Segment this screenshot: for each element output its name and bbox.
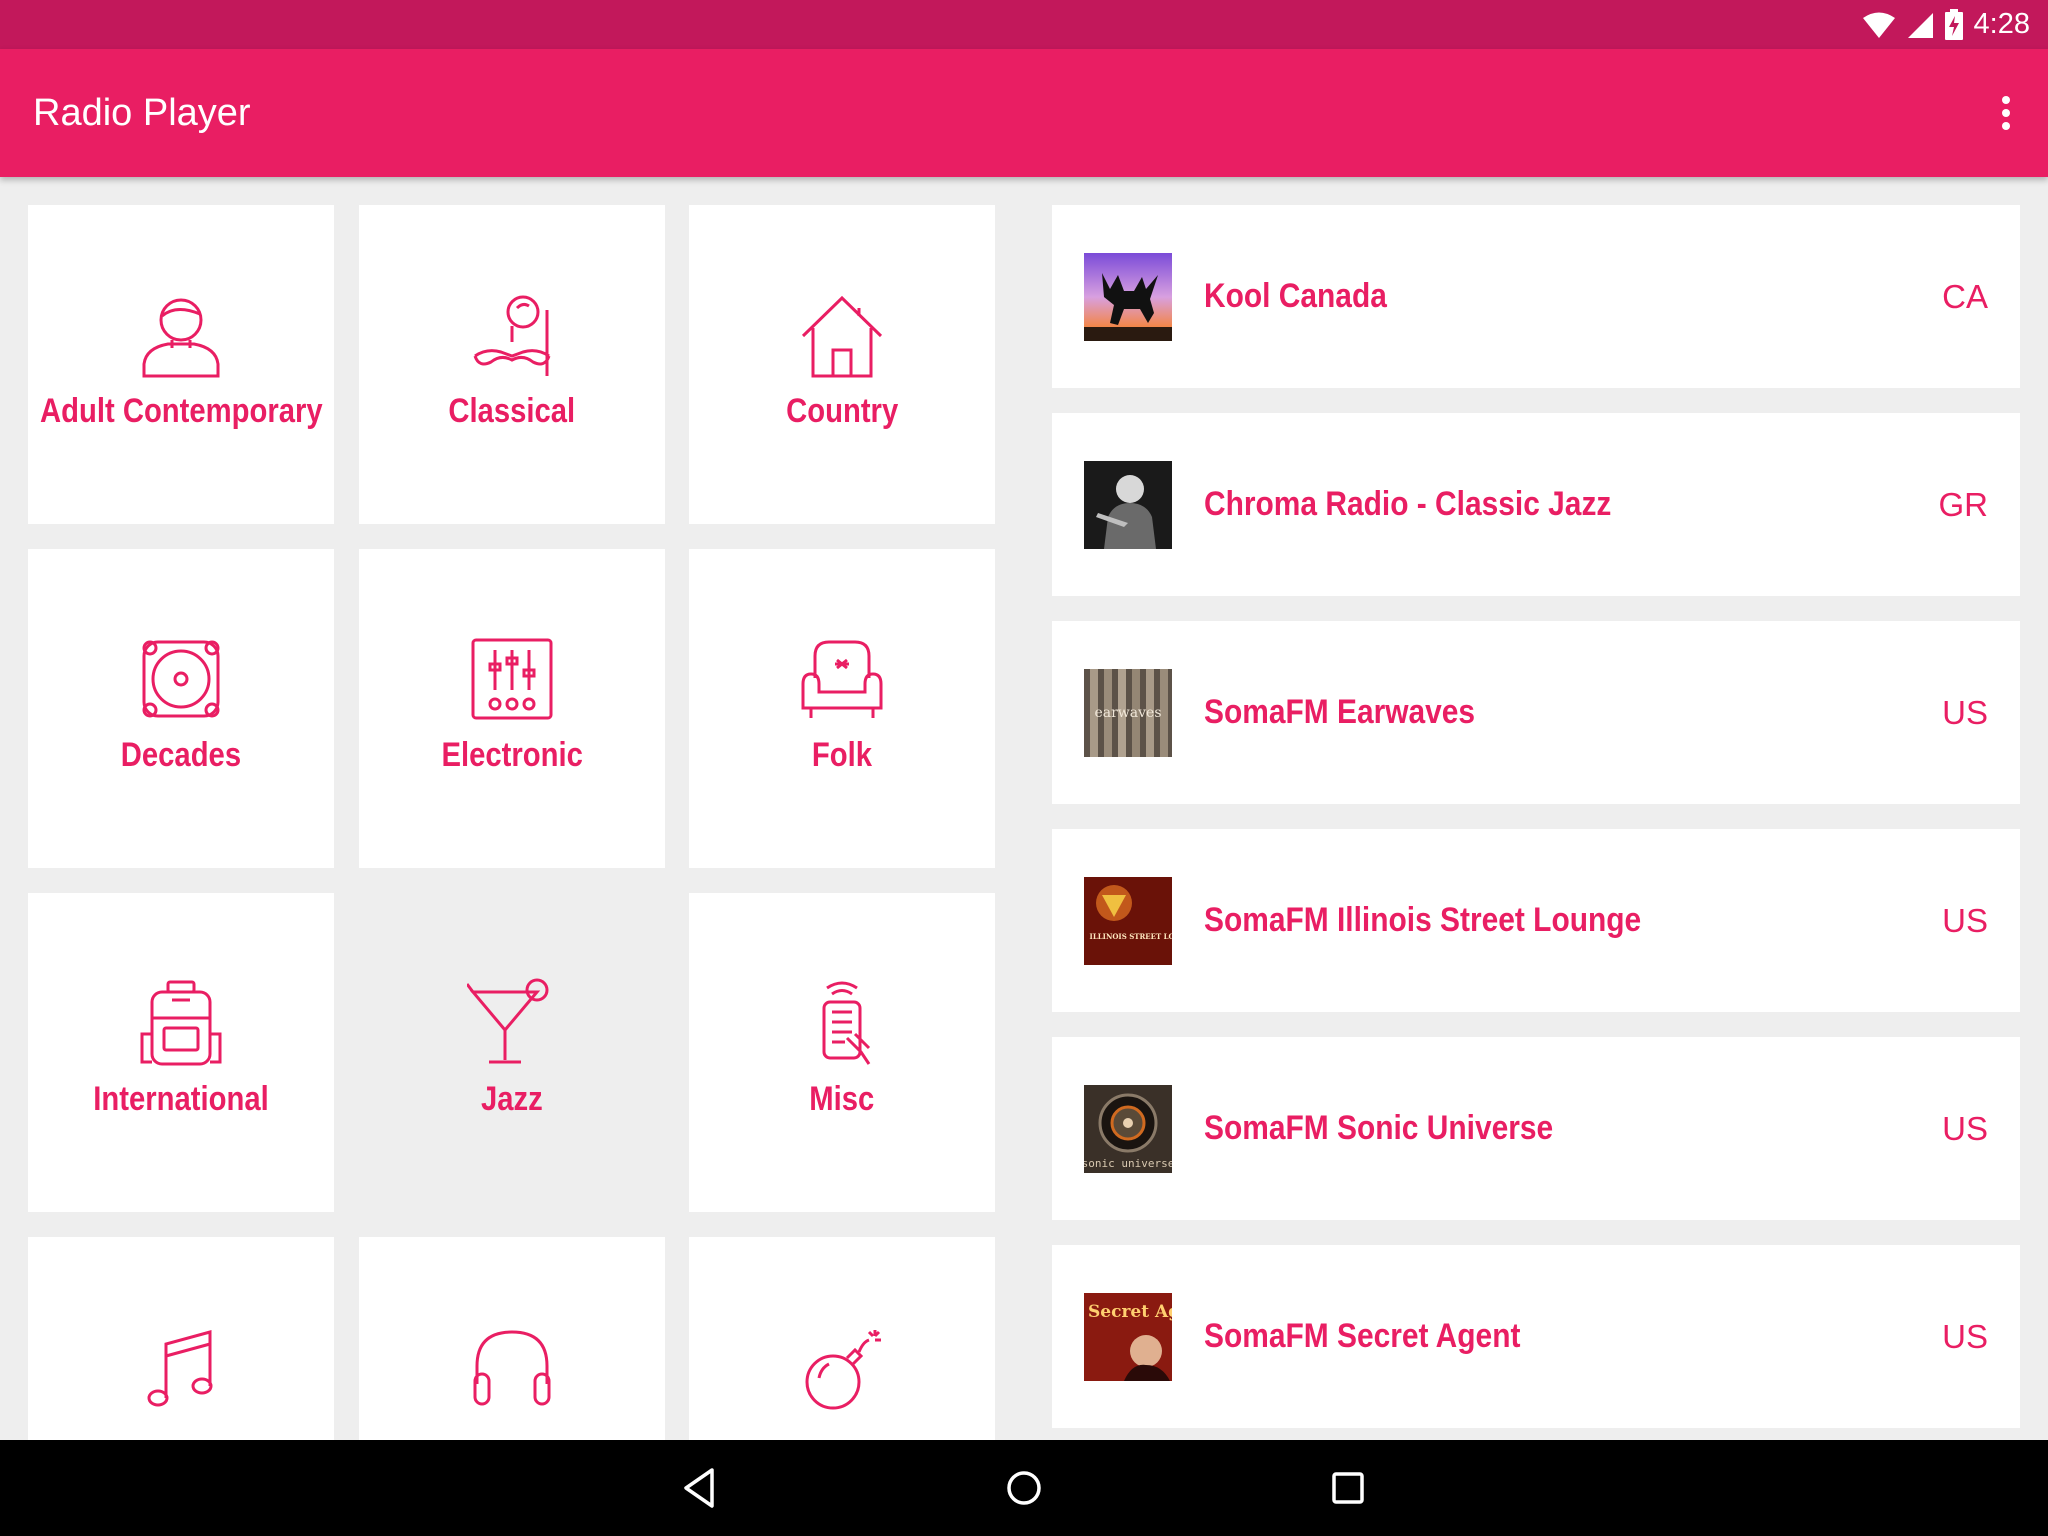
svg-text:earwaves: earwaves (1094, 705, 1161, 721)
station-row[interactable]: Kool Canada CA (1052, 205, 2020, 388)
station-row[interactable]: sonic universe SomaFM Sonic Universe US (1052, 1037, 2020, 1220)
station-thumb (1084, 253, 1172, 341)
svg-text:ILLINOIS STREET LOUNGE: ILLINOIS STREET LOUNGE (1090, 932, 1172, 941)
genre-label: Adult Contemporary (39, 392, 323, 430)
headphones-icon (473, 1330, 551, 1406)
station-row[interactable]: earwaves SomaFM Earwaves US (1052, 621, 2020, 804)
svg-text:sonic universe: sonic universe (1084, 1157, 1172, 1170)
mixer-icon (471, 638, 553, 720)
station-list: Kool Canada CA Chroma Radio - Classic Ja… (1052, 177, 2020, 1440)
genre-label: Decades (120, 736, 242, 774)
station-thumb: Secret Agent (1084, 1293, 1172, 1381)
genre-tile-rnb[interactable] (359, 1237, 665, 1440)
station-country: US (1942, 902, 1988, 939)
app-title: Radio Player (33, 92, 251, 134)
back-icon[interactable] (676, 1464, 724, 1512)
wifi-icon (1862, 12, 1895, 38)
genre-tile-jazz[interactable]: Jazz (359, 893, 665, 1212)
station-name: SomaFM Illinois Street Lounge (1204, 901, 1642, 939)
person-icon (142, 298, 220, 378)
genre-tile-international[interactable]: International (28, 893, 334, 1212)
genre-tile-rock[interactable] (689, 1237, 995, 1440)
genre-label: Misc (809, 1080, 875, 1118)
svg-text:Secret Agent: Secret Agent (1088, 1302, 1172, 1322)
monocle-mustache-icon (473, 295, 551, 376)
station-name: SomaFM Earwaves (1204, 693, 1476, 731)
station-row[interactable]: ILLINOIS STREET LOUNGE SomaFM Illinois S… (1052, 829, 2020, 1012)
station-thumb: earwaves (1084, 669, 1172, 757)
status-bar: 4:28 (0, 0, 2048, 49)
station-name: SomaFM Sonic Universe (1204, 1109, 1554, 1147)
status-time: 4:28 (1973, 8, 2030, 40)
backpack-icon (140, 980, 222, 1066)
genre-label: Electronic (441, 736, 583, 774)
genre-label: Jazz (481, 1080, 543, 1118)
bomb-icon (805, 1330, 881, 1410)
app-bar: Radio Player (0, 49, 2048, 177)
armchair-icon (801, 640, 883, 718)
recents-icon[interactable] (1324, 1464, 1372, 1512)
more-vert-icon[interactable] (1984, 89, 2028, 137)
station-row[interactable]: Chroma Radio - Classic Jazz GR (1052, 413, 2020, 596)
station-name: SomaFM Secret Agent (1204, 1317, 1521, 1355)
genre-tile-folk[interactable]: Folk (689, 549, 995, 868)
genre-tile-pop[interactable] (28, 1237, 334, 1440)
home-icon[interactable] (1000, 1464, 1048, 1512)
station-country: GR (1938, 486, 1989, 523)
genre-label: International (93, 1080, 269, 1118)
station-name: Kool Canada (1204, 277, 1387, 315)
signal-icon (1907, 12, 1933, 38)
station-country: US (1942, 1110, 1988, 1147)
station-country: US (1942, 1318, 1988, 1355)
station-country: CA (1942, 278, 1988, 315)
station-row[interactable]: Secret Agent SomaFM Secret Agent US (1052, 1245, 2020, 1428)
station-thumb: ILLINOIS STREET LOUNGE (1084, 877, 1172, 965)
genre-label: Folk (811, 736, 873, 774)
station-thumb: sonic universe (1084, 1085, 1172, 1173)
remote-control-icon (822, 981, 871, 1065)
station-country: US (1942, 694, 1988, 731)
speaker-icon (142, 640, 220, 718)
battery-charging-icon (1944, 8, 1963, 40)
genre-label: Country (785, 392, 899, 430)
house-icon (801, 295, 883, 378)
genre-tile-decades[interactable]: Decades (28, 549, 334, 868)
nav-bar (0, 1440, 2048, 1536)
genre-tile-misc[interactable]: Misc (689, 893, 995, 1212)
genre-tile-adult-contemporary[interactable]: Adult Contemporary (28, 205, 334, 524)
genre-grid: Adult Contemporary Classical Country Dec… (0, 177, 1020, 1440)
station-thumb (1084, 461, 1172, 549)
genre-tile-electronic[interactable]: Electronic (359, 549, 665, 868)
genre-label: Classical (448, 392, 576, 430)
cocktail-icon (467, 978, 549, 1064)
station-name: Chroma Radio - Classic Jazz (1204, 485, 1612, 523)
music-note-icon (147, 1330, 213, 1407)
genre-tile-country[interactable]: Country (689, 205, 995, 524)
genre-tile-classical[interactable]: Classical (359, 205, 665, 524)
